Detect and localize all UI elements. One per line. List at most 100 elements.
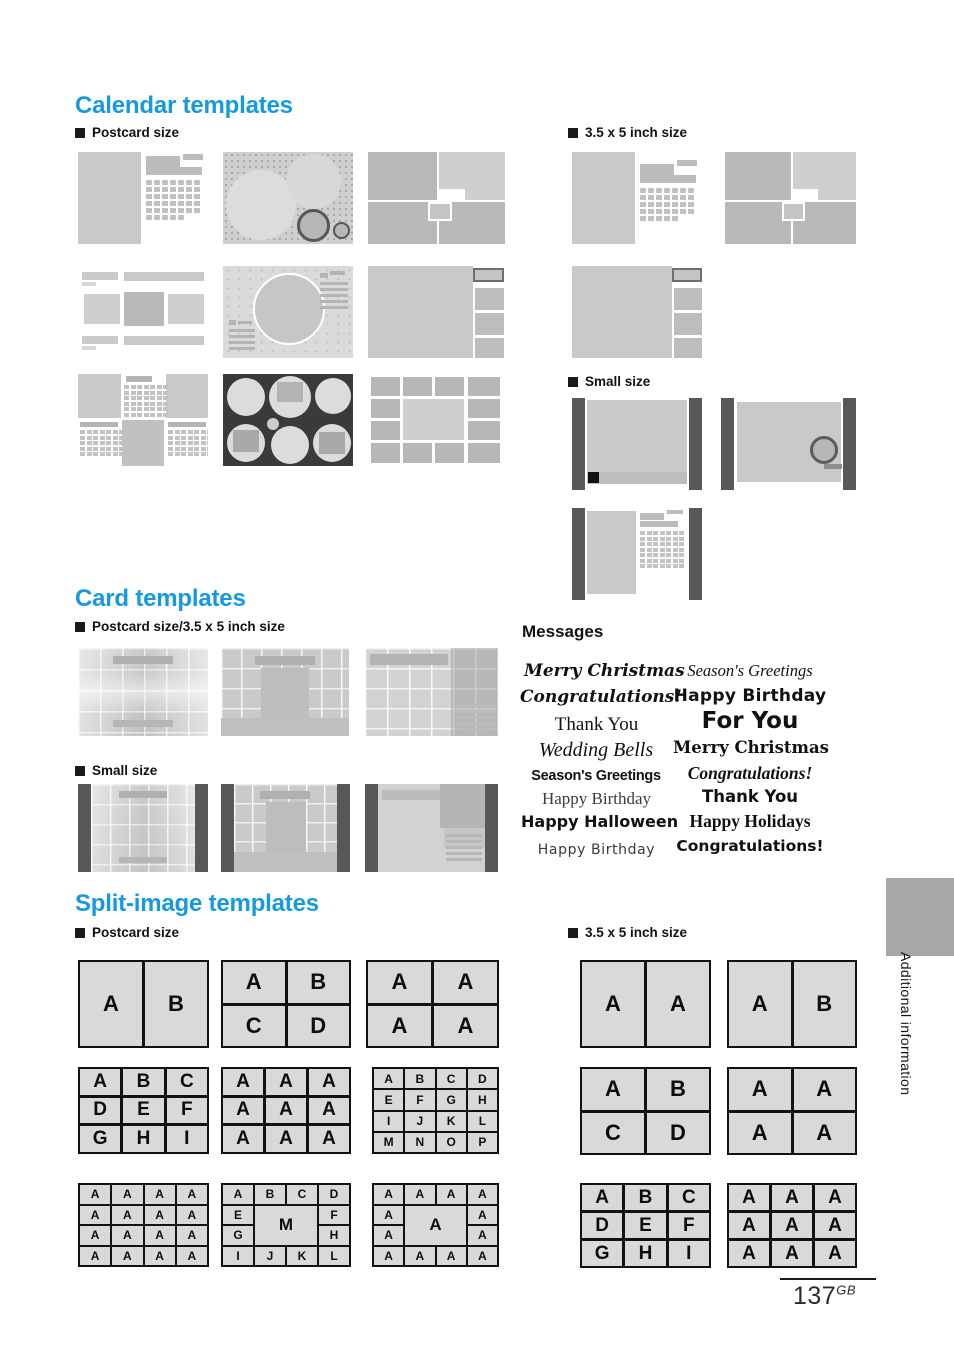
- split-cell: A: [223, 1069, 263, 1095]
- message-happy-birthday-serif: Happy Birthday: [541, 789, 652, 808]
- split-cell: A: [436, 1246, 466, 1265]
- split-cell: A: [223, 962, 285, 1003]
- split-cell: A: [405, 1246, 435, 1265]
- split-cell: D: [467, 1069, 497, 1089]
- message-thank-you-bold: Thank You: [701, 787, 799, 806]
- split-cell: A: [815, 1213, 855, 1238]
- split-template-a-to-p: ABCD EFGH IJKL MNOP: [372, 1067, 499, 1154]
- split35-template-4a: AAAA: [727, 1067, 857, 1155]
- manual-page: Calendar templates Postcard size 3.5 x 5…: [0, 0, 954, 1352]
- split35-template-a-b: AB: [727, 960, 857, 1048]
- split-cell: A: [80, 1205, 111, 1224]
- message-thank-you-serif: Thank You: [554, 714, 639, 735]
- split-cell: G: [582, 1241, 623, 1266]
- split-cell: D: [647, 1112, 709, 1153]
- group-label-card-postcard: Postcard size/3.5 x 5 inch size: [75, 619, 285, 634]
- split-cell: A: [582, 962, 644, 1046]
- split-cell: A: [772, 1241, 812, 1266]
- split-template-a-b: AB: [78, 960, 209, 1048]
- group-label-calendar-small: Small size: [568, 374, 650, 389]
- split-cell: A: [772, 1213, 812, 1238]
- split-cell: D: [319, 1185, 349, 1204]
- split-cell: A: [815, 1241, 855, 1266]
- split-cell: A: [80, 1069, 121, 1095]
- split-cell: D: [582, 1213, 623, 1238]
- split-cell: A: [80, 1246, 111, 1265]
- message-happy-birthday-wide: Happy Birthday: [673, 686, 827, 706]
- split-cell: D: [287, 1005, 349, 1046]
- section-title-split: Split-image templates: [75, 890, 319, 917]
- bullet-square-icon: [568, 927, 578, 938]
- message-happy-holidays: Happy Holidays: [689, 811, 811, 831]
- split-cell: G: [80, 1126, 121, 1152]
- split-cell: C: [436, 1069, 466, 1089]
- split-cell: A: [266, 1069, 306, 1095]
- split-cell: A: [80, 1226, 111, 1245]
- split35-template-a-b-c-d: ABCD: [580, 1067, 711, 1155]
- split-cell: A: [266, 1126, 306, 1152]
- split-cell: A: [144, 1246, 175, 1265]
- split-cell: H: [319, 1226, 349, 1245]
- split-cell: H: [625, 1241, 666, 1266]
- page-number: 137GB: [793, 1282, 856, 1311]
- section-title-calendar: Calendar templates: [75, 92, 293, 119]
- split-cell: A: [374, 1205, 404, 1224]
- calendar-thumb-8: [223, 374, 353, 466]
- split-cell: F: [668, 1213, 709, 1238]
- bullet-square-icon: [75, 765, 85, 776]
- split-cell: C: [582, 1112, 644, 1153]
- split-cell: A: [582, 1069, 644, 1110]
- split-cell: A: [309, 1097, 349, 1124]
- calendar-thumb-7: [78, 374, 208, 466]
- split-cell: A: [374, 1185, 404, 1204]
- split-cell: P: [467, 1132, 497, 1152]
- split-template-a-to-i: ABC DEF GHI: [78, 1067, 209, 1154]
- split-cell: A: [434, 1005, 497, 1046]
- calendar-small-thumb-2: [721, 398, 856, 490]
- split-cell: I: [223, 1246, 253, 1265]
- group-label-split-35x5: 3.5 x 5 inch size: [568, 925, 687, 940]
- split-cell: J: [255, 1246, 285, 1265]
- bullet-square-icon: [568, 376, 578, 387]
- calendar-thumb-2: [223, 152, 353, 244]
- card-small-thumb-3: [365, 784, 498, 872]
- split-cell: A: [467, 1205, 497, 1224]
- split-cell: A: [223, 1097, 263, 1124]
- split-cell: A: [582, 1185, 623, 1210]
- split-cell: A: [309, 1069, 349, 1095]
- split35-template-a-to-i: ABC DEF GHI: [580, 1183, 711, 1268]
- page-region-code: GB: [836, 1282, 857, 1298]
- split-cell: A: [80, 1185, 111, 1204]
- split-cell: A: [374, 1226, 404, 1245]
- split-cell: K: [287, 1246, 317, 1265]
- split-cell: G: [223, 1226, 253, 1245]
- split-cell: A: [793, 1112, 855, 1153]
- split-cell: F: [319, 1205, 349, 1224]
- calendar-small-thumb-3: [572, 508, 702, 600]
- footer-rule: [780, 1278, 876, 1280]
- split-cell: G: [436, 1090, 466, 1110]
- split-cell: A: [223, 1126, 263, 1152]
- split-cell: E: [223, 1205, 253, 1224]
- message-seasons-greetings-italic: Season's Greetings: [687, 661, 813, 680]
- calendar-35x5-thumb-3: [572, 266, 703, 358]
- split-cell: A: [309, 1126, 349, 1152]
- card-thumb-3: [365, 648, 498, 736]
- split-cell: B: [405, 1069, 435, 1089]
- message-congratulations-serif: Congratulations!: [687, 763, 813, 783]
- side-tab-label: Additional information: [898, 952, 914, 1096]
- split-cell: A: [80, 962, 142, 1046]
- message-wedding-bells: Wedding Bells: [538, 739, 654, 761]
- calendar-35x5-thumb-2: [725, 152, 856, 244]
- message-congratulations-bold: Congratulations!: [676, 837, 824, 855]
- split-cell: A: [176, 1226, 207, 1245]
- card-small-thumb-1: [78, 784, 208, 872]
- split-cell: A: [436, 1185, 466, 1204]
- split-cell: A: [368, 1005, 431, 1046]
- split-cell: A: [729, 1241, 769, 1266]
- side-tab-marker: [886, 878, 954, 956]
- message-for-you: For You: [701, 708, 799, 734]
- split-cell: A: [729, 1185, 769, 1210]
- split-template-9a: AAAAAAAAA: [221, 1067, 351, 1154]
- split-cell: L: [319, 1246, 349, 1265]
